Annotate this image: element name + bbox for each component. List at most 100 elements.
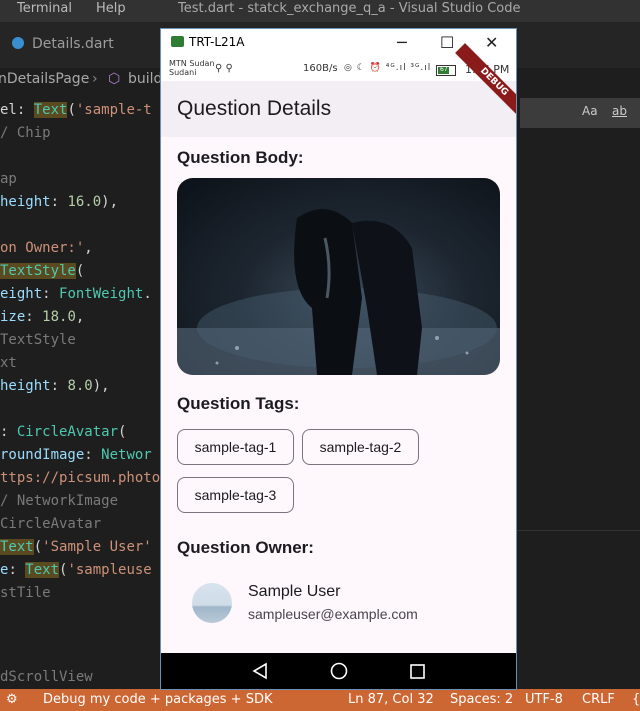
code-line: CircleAvatar [0, 514, 101, 534]
code-token: TextStyle [0, 332, 76, 348]
match-case-toggle[interactable]: Aa [582, 104, 598, 118]
code-line: / NetworkImage [0, 491, 118, 511]
debug-icon: ⚙ [6, 692, 18, 707]
code-editor[interactable]: el: Text('sample-t / Chip ap height: 16.0),… [0, 98, 170, 688]
code-token: ize [0, 309, 26, 325]
code-token: , [84, 240, 93, 256]
status-icons: ◎ ☾ ⏰ ⁴ᴳ.ıl ³ᴳ.ıl [344, 63, 432, 73]
language-mode[interactable]: { [632, 692, 640, 707]
night-photo-graphic [177, 209, 500, 375]
code-token: 'sample-t [75, 102, 152, 118]
carrier-label: MTN Sudan Sudani [169, 59, 215, 77]
code-token: ( [118, 424, 127, 440]
code-token: ( [33, 539, 43, 555]
code-token: 'sampleuse [67, 562, 152, 578]
code-token: Text [25, 562, 60, 578]
network-speed: 160B/s [303, 63, 338, 74]
tag-chip-2[interactable]: sample-tag-2 [302, 429, 419, 465]
usb-icon: ⚲ ⚲ [215, 63, 233, 74]
code-token: ), [101, 194, 119, 210]
battery-icon: 67 [436, 65, 456, 76]
code-token: Text [33, 102, 68, 118]
code-token: : [25, 309, 43, 325]
question-details-body[interactable]: Question Body: Question Tags: sample-tag… [161, 137, 516, 653]
code-token: ttps://picsum.photo [0, 470, 161, 486]
code-line: xt [0, 353, 17, 373]
code-line: e: Text('sampleuse [0, 560, 152, 580]
code-line: Text('Sample User' [0, 537, 152, 557]
page-title: Question Details [177, 97, 332, 120]
code-token: CircleAvatar [16, 424, 119, 440]
avatar [192, 583, 232, 623]
find-widget: Aa ab [520, 98, 640, 128]
code-token: eight [0, 286, 43, 302]
breadcrumb-method[interactable]: build [128, 71, 162, 87]
code-token: TextStyle [0, 263, 76, 279]
back-button[interactable] [240, 653, 280, 689]
question-body-heading: Question Body: [177, 148, 304, 167]
code-token: : [42, 286, 60, 302]
code-token: roundImage [0, 447, 85, 463]
code-line: height: 8.0), [0, 376, 110, 396]
code-line: ttps://picsum.photo [0, 468, 160, 488]
android-app-icon [171, 36, 184, 47]
carrier-name: MTN Sudan [169, 59, 215, 68]
carrier-name-2: Sudani [169, 68, 197, 77]
code-token: ( [67, 102, 76, 118]
code-line: stTile [0, 583, 51, 603]
breadcrumb-chevron-icon: › [92, 71, 98, 87]
code-token: / Chip [0, 125, 51, 141]
menu-help[interactable]: Help [96, 1, 126, 16]
code-token: , [75, 309, 85, 325]
code-token: Networ [101, 447, 152, 463]
code-token: xt [0, 355, 17, 371]
vscode-statusbar: ⚙ Debug my code + packages + SDK Ln 87, … [0, 689, 640, 711]
cursor-position[interactable]: Ln 87, Col 32 [348, 692, 434, 707]
close-button[interactable]: ✕ [485, 33, 498, 52]
home-circle-icon [330, 662, 348, 680]
encoding[interactable]: UTF-8 [525, 692, 563, 707]
code-token: FontWeight [59, 286, 144, 302]
vscode-window-title: Test.dart - statck_exchange_q_a - Visual… [178, 1, 521, 16]
code-line: TextStyle [0, 330, 76, 350]
code-token: 'Sample User' [42, 539, 152, 555]
code-token: : [50, 194, 68, 210]
code-line: TextStyle( [0, 261, 84, 281]
emulator-window: TRT-L21A ─ ☐ ✕ MTN Sudan Sudani ⚲ ⚲ 160B… [160, 28, 517, 690]
code-line: eight: FontWeight. [0, 284, 152, 304]
minimize-button[interactable]: ─ [397, 33, 407, 52]
menu-terminal[interactable]: Terminal [17, 1, 72, 16]
breadcrumb-class[interactable]: nDetailsPage [0, 71, 89, 87]
code-editor-right-edge [516, 530, 640, 690]
indentation[interactable]: Spaces: 2 [450, 692, 513, 707]
vscode-titlebar: Terminal Help Test.dart - statck_exchang… [0, 0, 640, 22]
code-token: ), [92, 378, 110, 394]
whole-word-toggle[interactable]: ab [612, 104, 627, 118]
method-cube-icon: ⬡ [108, 71, 121, 87]
recents-button[interactable] [397, 653, 437, 689]
owner-list-tile[interactable]: Sample User sampleuser@example.com [177, 573, 500, 629]
tab-details-dart[interactable]: Details.dart [12, 36, 114, 52]
code-token: : [50, 378, 68, 394]
battery-percent: 67 [440, 66, 448, 73]
code-token: height [0, 194, 51, 210]
app-bar: Question Details [161, 81, 516, 137]
tag-chip-3[interactable]: sample-tag-3 [177, 477, 294, 513]
code-line-scrollview: dScrollView [0, 669, 93, 685]
line-ending[interactable]: CRLF [582, 692, 615, 707]
debug-config[interactable]: Debug my code + packages + SDK [43, 692, 272, 707]
tab-label: Details.dart [32, 36, 114, 52]
question-tags-heading: Question Tags: [177, 394, 300, 413]
owner-email: sampleuser@example.com [248, 606, 418, 622]
question-image [177, 178, 500, 375]
code-token: el: [0, 102, 34, 118]
code-token: 8.0 [67, 378, 93, 394]
code-line: on Owner:', [0, 238, 93, 258]
maximize-button[interactable]: ☐ [440, 33, 454, 52]
code-token: : [84, 447, 102, 463]
code-line: : CircleAvatar( [0, 422, 126, 442]
tag-chip-1[interactable]: sample-tag-1 [177, 429, 294, 465]
code-token: stTile [0, 585, 51, 601]
code-token: ap [0, 171, 17, 187]
home-button[interactable] [319, 653, 359, 689]
